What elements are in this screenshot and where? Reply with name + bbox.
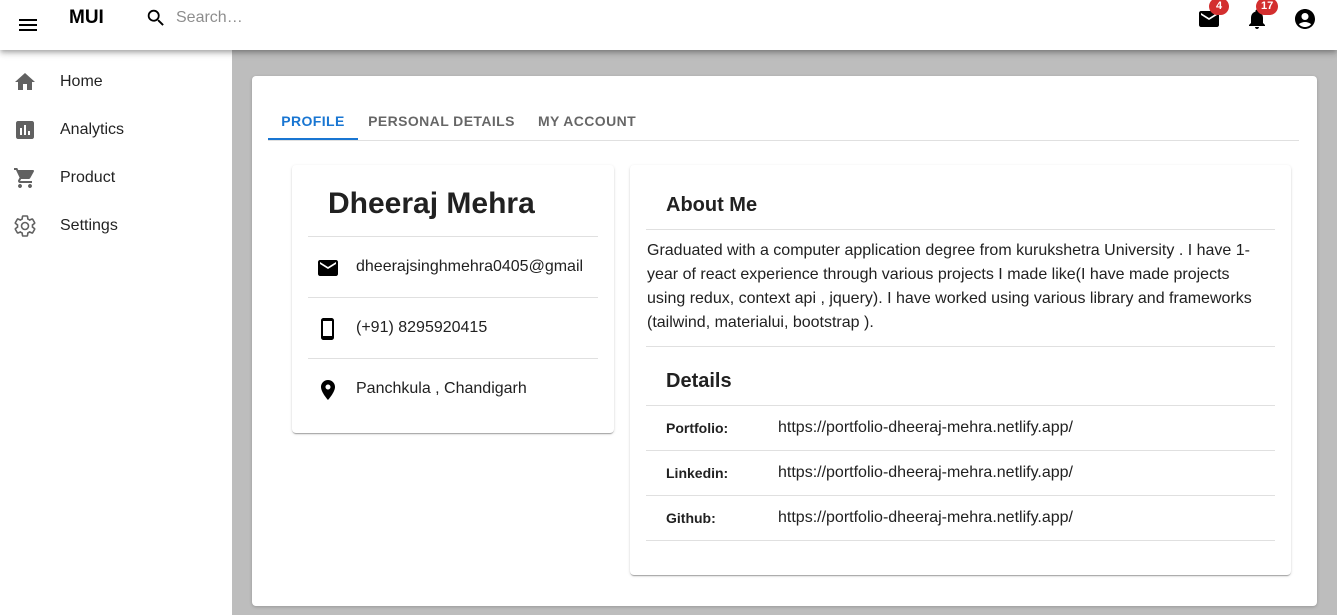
about-title: About Me [666, 194, 758, 216]
profile-panel: PROFILE PERSONAL DETAILS MY ACCOUNT Dhee… [252, 76, 1317, 606]
search-icon [145, 7, 167, 29]
tab-indicator [268, 138, 358, 140]
analytics-icon [13, 118, 37, 142]
contact-email-row: dheerajsinghmehra0405@gmail [308, 236, 598, 297]
mail-icon [316, 256, 340, 280]
notifications-badge: 17 [1256, 0, 1279, 15]
details-title: Details [666, 370, 732, 392]
gear-icon [13, 214, 37, 238]
account-button[interactable] [1293, 7, 1317, 31]
main-content: PROFILE PERSONAL DETAILS MY ACCOUNT Dhee… [232, 50, 1337, 615]
sidebar-item-settings[interactable]: Settings [0, 202, 232, 250]
divider [646, 229, 1275, 230]
detail-label: Portfolio: [666, 420, 729, 436]
cart-icon [13, 166, 37, 190]
github-link[interactable]: https://portfolio-dheeraj-mehra.netlify.… [778, 509, 1073, 527]
home-icon [13, 70, 37, 94]
divider [646, 540, 1275, 541]
sidebar-item-analytics[interactable]: Analytics [0, 106, 232, 154]
phone-icon [316, 317, 340, 341]
contact-location-row: Panchkula , Chandigarh [308, 358, 598, 419]
portfolio-link[interactable]: https://portfolio-dheeraj-mehra.netlify.… [778, 419, 1073, 437]
tab-bar: PROFILE PERSONAL DETAILS MY ACCOUNT [268, 102, 1299, 141]
brand-title: MUI [69, 7, 104, 28]
sidebar-item-label: Product [60, 169, 116, 186]
sidebar-item-product[interactable]: Product [0, 154, 232, 202]
location-pin-icon [316, 378, 340, 402]
tab-my-account[interactable]: MY ACCOUNT [525, 102, 649, 140]
detail-label: Linkedin: [666, 465, 729, 481]
mail-badge: 4 [1209, 0, 1229, 15]
sidebar-item-label: Home [60, 73, 103, 90]
about-text: Graduated with a computer application de… [647, 242, 1252, 331]
detail-row-portfolio: Portfolio: https://portfolio-dheeraj-meh… [646, 405, 1275, 450]
tab-personal-details[interactable]: PERSONAL DETAILS [358, 102, 525, 140]
linkedin-link[interactable]: https://portfolio-dheeraj-mehra.netlify.… [778, 464, 1073, 482]
contact-location: Panchkula , Chandigarh [356, 380, 527, 397]
menu-icon[interactable] [16, 13, 40, 37]
contact-email: dheerajsinghmehra0405@gmail [356, 258, 584, 275]
contact-phone: (+91) 8295920415 [356, 319, 488, 336]
divider [646, 346, 1275, 347]
sidebar: Home Analytics Product Settings [0, 50, 232, 615]
sidebar-item-home[interactable]: Home [0, 58, 232, 106]
account-icon [1295, 9, 1315, 29]
app-bar: MUI 4 17 [0, 0, 1337, 50]
contact-phone-row: (+91) 8295920415 [308, 297, 598, 358]
sidebar-item-label: Analytics [60, 121, 125, 138]
search-input[interactable] [176, 5, 396, 31]
about-card: About Me Graduated with a computer appli… [630, 165, 1291, 575]
notifications-button[interactable]: 17 [1245, 0, 1279, 31]
detail-label: Github: [666, 510, 716, 526]
profile-card: Dheeraj Mehra dheerajsinghmehra0405@gmai… [292, 165, 614, 433]
detail-row-github: Github: https://portfolio-dheeraj-mehra.… [646, 495, 1275, 540]
mail-button[interactable]: 4 [1197, 0, 1229, 31]
profile-name: Dheeraj Mehra [328, 187, 535, 220]
tab-profile[interactable]: PROFILE [268, 102, 358, 140]
detail-row-linkedin: Linkedin: https://portfolio-dheeraj-mehr… [646, 450, 1275, 495]
sidebar-item-label: Settings [60, 217, 118, 234]
